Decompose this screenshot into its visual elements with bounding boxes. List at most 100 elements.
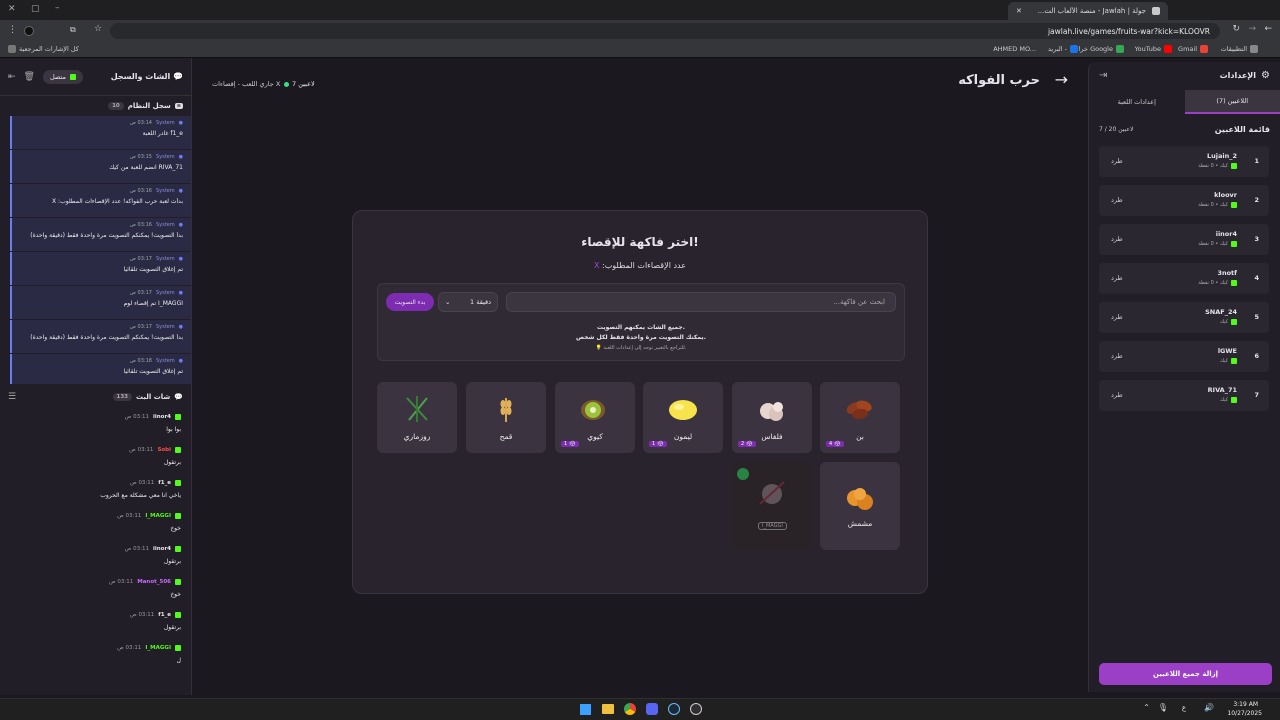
obs-icon[interactable]: [690, 703, 702, 715]
profile-avatar[interactable]: [24, 26, 34, 36]
kiwi-icon: [581, 400, 605, 420]
url-field[interactable]: jawlah.live/games/fruits-war?kick=KLOOVR: [110, 23, 1220, 39]
log-message: RIVA_71 انضم للعبة من كيك: [109, 164, 183, 171]
kick-icon: [175, 480, 181, 486]
kick-player-button[interactable]: طرد: [1111, 235, 1123, 243]
chat-author[interactable]: iinor4: [153, 546, 171, 552]
language-indicator[interactable]: ع: [1182, 704, 1186, 712]
chat-author[interactable]: Sobi: [157, 447, 171, 453]
chat-author[interactable]: I_MAGGI: [145, 645, 171, 651]
bookmark-gmail[interactable]: Gmail: [1178, 45, 1208, 53]
clock-time[interactable]: 3:19 AM: [1233, 701, 1258, 708]
remove-all-players-button[interactable]: إزالة جميع اللاعبين: [1099, 663, 1272, 685]
collapse-panel-icon[interactable]: ⇤: [8, 72, 16, 82]
fruit-card-wheat[interactable]: قمح: [466, 382, 546, 453]
menu-dots-icon[interactable]: ⋮: [8, 25, 17, 35]
connection-status-badge: متصل: [42, 69, 83, 84]
extensions-icon[interactable]: ⧉: [70, 25, 76, 35]
player-rank: 7: [1254, 391, 1259, 399]
system-icon: ●: [178, 188, 183, 194]
fruit-card-coffee[interactable]: بن 4 🗳: [820, 382, 900, 453]
bookmark-maps[interactable]: خرائط Google: [1071, 45, 1124, 53]
wheat-icon: [500, 398, 512, 422]
system-log-header[interactable]: ≡ سجل النظام 10: [0, 96, 191, 116]
fruit-name: بن: [856, 432, 864, 441]
file-explorer-icon[interactable]: [602, 704, 614, 714]
player-name: kloovr: [1214, 191, 1237, 199]
live-chat-header[interactable]: 💬 شات البث 133 ☰: [0, 384, 191, 410]
fruit-card-rosemary[interactable]: روزماري: [377, 382, 457, 453]
chat-author[interactable]: iinor4: [153, 414, 171, 420]
bookmark-youtube[interactable]: YouTube: [1135, 45, 1172, 53]
chat-time: 03:11 ص: [124, 414, 149, 420]
kick-player-button[interactable]: طرد: [1111, 196, 1123, 204]
duration-select[interactable]: ⌄ 1 دقيقة: [438, 292, 498, 312]
fruit-card-garlic[interactable]: فلفاس 2 🗳: [732, 382, 812, 453]
kick-icon: [175, 414, 181, 420]
system-icon: ●: [178, 324, 183, 330]
bookmark-apps[interactable]: التطبيقات: [1221, 45, 1258, 53]
tab-close-icon[interactable]: ✕: [1016, 7, 1022, 15]
kick-player-button[interactable]: طرد: [1111, 274, 1123, 282]
start-vote-button[interactable]: بدء التصويت: [386, 293, 434, 311]
system-log-item: ● System 03:17 ص تم إغلاق التصويت تلقائياً: [10, 252, 191, 285]
clock-date[interactable]: 10/27/2025: [1227, 710, 1262, 717]
chat-text: خوخ: [170, 591, 181, 598]
tab-game-settings[interactable]: إعدادات اللعبة: [1089, 90, 1185, 114]
trash-icon[interactable]: 🗑: [24, 72, 35, 82]
tab-players[interactable]: اللاعبين (7): [1184, 90, 1280, 114]
steam-icon[interactable]: [668, 703, 680, 715]
browser-tab[interactable]: جولة | Jawlah - منصة الألعاب الت... ✕: [1008, 2, 1168, 20]
settings-tabs: إعدادات اللعبة اللاعبين (7): [1089, 90, 1280, 114]
kick-player-button[interactable]: طرد: [1111, 313, 1123, 321]
star-icon[interactable]: ☆: [94, 24, 102, 34]
chat-time: 03:11 ص: [129, 447, 154, 453]
log-time: 03:16 ص: [129, 188, 152, 194]
kick-player-button[interactable]: طرد: [1111, 352, 1123, 360]
chrome-icon[interactable]: [624, 703, 636, 715]
url-text: jawlah.live/games/fruits-war?kick=KLOOVR: [1047, 26, 1210, 36]
chat-author[interactable]: f1_e: [158, 612, 171, 618]
collapse-panel-icon[interactable]: ⇥: [1099, 70, 1107, 81]
player-meta: كيك: [1220, 358, 1237, 364]
chat-icon: 💬: [173, 72, 183, 81]
player-rank: 2: [1254, 196, 1259, 204]
bookmark-mail[interactable]: البريد -: [1048, 45, 1078, 53]
volume-icon[interactable]: 🔊: [1204, 703, 1214, 712]
eliminated-owner: I_MAGGI: [758, 522, 787, 530]
info-line-2: يمكنك التصويت مرة واحدة فقط لكل شخص.: [576, 334, 706, 341]
chat-author[interactable]: I_MAGGI: [145, 513, 171, 519]
fruit-card-kiwi[interactable]: كيوي 1 🗳: [555, 382, 635, 453]
bookmark-all[interactable]: كل الإشارات المرجعية: [8, 45, 79, 53]
forward-icon[interactable]: →: [1248, 24, 1256, 34]
close-window-icon[interactable]: ✕: [8, 4, 16, 14]
fruit-search-input[interactable]: ابحث عن فاكهة...: [506, 292, 896, 312]
kick-player-button[interactable]: طرد: [1111, 157, 1123, 165]
back-arrow-icon[interactable]: →: [1055, 70, 1068, 89]
mic-icon[interactable]: 🎙: [1158, 703, 1168, 712]
log-time: 03:17 ص: [129, 290, 152, 296]
kick-icon: [1231, 280, 1237, 286]
apricot-icon: [847, 488, 873, 510]
chat-author[interactable]: f1_e: [158, 480, 171, 486]
minimize-icon[interactable]: –: [55, 3, 60, 13]
chevron-down-icon: ⌄: [445, 298, 451, 306]
maximize-icon[interactable]: ▢: [31, 4, 40, 14]
reload-icon[interactable]: ↻: [1232, 24, 1240, 34]
discord-icon[interactable]: [646, 703, 658, 715]
rosemary-icon: [406, 396, 428, 422]
windows-start-icon[interactable]: [580, 704, 591, 715]
settings-title: الإعدادات: [1219, 71, 1256, 80]
back-icon[interactable]: ←: [1264, 24, 1272, 34]
kick-player-button[interactable]: طرد: [1111, 391, 1123, 399]
players-count: 7 لاعبين: [284, 80, 315, 88]
fruit-card-apricot[interactable]: مشمش: [820, 462, 900, 550]
filter-icon[interactable]: ☰: [8, 392, 16, 402]
kick-icon: [1231, 241, 1237, 247]
log-author: System: [155, 120, 175, 126]
player-row: 4 3notf كيك • 0 نقطة طرد: [1099, 263, 1269, 294]
bookmark-ahmed[interactable]: AHMED MO...: [993, 45, 1036, 53]
tray-chevron-icon[interactable]: ⌃: [1143, 703, 1150, 712]
fruit-card-lemon[interactable]: ليمون 1 🗳: [643, 382, 723, 453]
chat-author[interactable]: Manot_506: [137, 579, 171, 585]
